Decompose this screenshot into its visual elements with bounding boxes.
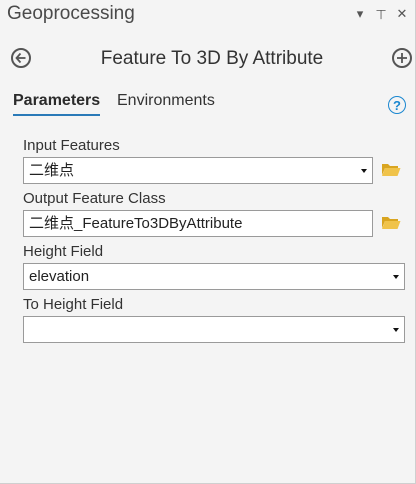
output-feature-class-value: 二维点_FeatureTo3DByAttribute (29, 215, 243, 232)
output-feature-class-input[interactable]: 二维点_FeatureTo3DByAttribute (23, 210, 373, 237)
chevron-down-icon (361, 169, 367, 173)
input-features-value: 二维点 (29, 162, 75, 179)
pane-titlebar: Geoprocessing ▾ ⊥ ✕ (0, 0, 416, 30)
geoprocessing-pane: Geoprocessing ▾ ⊥ ✕ Feature To 3D By Att… (0, 0, 416, 484)
input-features-label: Input Features (23, 137, 120, 154)
add-button[interactable] (392, 48, 412, 68)
pin-icon[interactable]: ⊥ (375, 6, 387, 22)
plus-icon (397, 53, 407, 63)
height-field-dropdown[interactable]: elevation (23, 263, 405, 290)
pane-options-dropdown-icon[interactable]: ▾ (354, 6, 366, 22)
help-icon[interactable]: ? (388, 96, 406, 114)
close-icon[interactable]: ✕ (396, 6, 408, 22)
input-features-dropdown[interactable]: 二维点 (23, 157, 373, 184)
pane-title: Geoprocessing (7, 3, 135, 24)
folder-open-icon[interactable] (381, 162, 401, 177)
chevron-down-icon (393, 328, 399, 332)
output-feature-class-label: Output Feature Class (23, 190, 166, 207)
height-field-value: elevation (29, 268, 90, 285)
titlebar-controls: ▾ ⊥ ✕ (354, 6, 408, 22)
tab-environments[interactable]: Environments (117, 92, 215, 110)
to-height-field-dropdown[interactable] (23, 316, 405, 343)
tool-title: Feature To 3D By Attribute (100, 48, 324, 69)
folder-open-icon[interactable] (381, 215, 401, 230)
tab-parameters[interactable]: Parameters (13, 92, 101, 116)
to-height-field-label: To Height Field (23, 296, 124, 313)
tool-header: Feature To 3D By Attribute (0, 40, 416, 78)
chevron-down-icon (393, 275, 399, 279)
height-field-label: Height Field (23, 243, 104, 260)
